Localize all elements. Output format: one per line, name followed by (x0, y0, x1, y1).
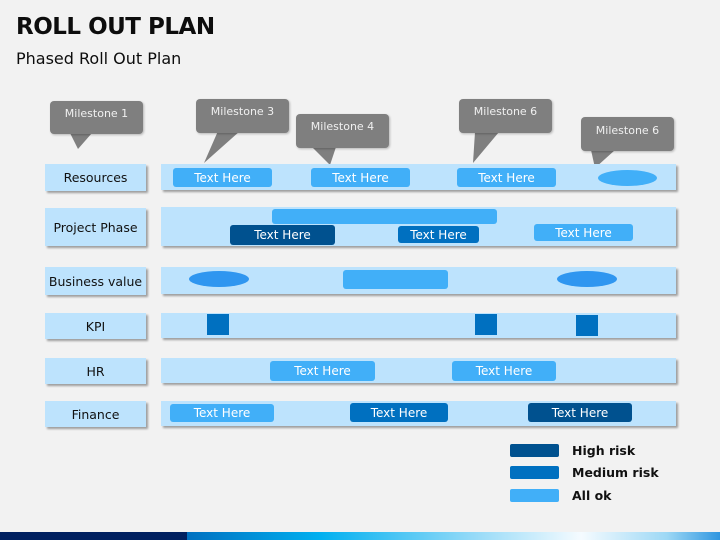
value-ellipse[interactable] (189, 271, 249, 287)
legend-item-high-risk: High risk (510, 443, 635, 458)
page-subtitle: Phased Roll Out Plan (16, 49, 182, 68)
task-box[interactable]: Text Here (457, 168, 556, 187)
footer-band-dark (0, 532, 187, 540)
page-title: ROLL OUT PLAN (16, 14, 215, 40)
legend-label: All ok (572, 488, 612, 503)
milestone-label: Milestone 6 (581, 117, 674, 151)
value-box[interactable] (343, 270, 448, 289)
legend-item-medium-risk: Medium risk (510, 465, 659, 480)
task-box[interactable]: Text Here (173, 168, 272, 187)
row-label-business-value: Business value (45, 267, 146, 295)
task-box[interactable]: Text Here (534, 224, 633, 241)
task-box[interactable]: Text Here (230, 225, 335, 245)
footer-band-gradient (187, 532, 720, 540)
row-label-finance: Finance (45, 401, 146, 427)
milestone-label: Milestone 4 (296, 114, 389, 148)
milestone-ellipse[interactable] (598, 170, 657, 186)
row-label-hr: HR (45, 358, 146, 384)
row-label-resources: Resources (45, 164, 146, 191)
task-box[interactable]: Text Here (398, 226, 479, 243)
legend-swatch (510, 444, 559, 457)
value-ellipse[interactable] (557, 271, 617, 287)
kpi-marker[interactable] (207, 314, 229, 335)
phase-bar[interactable] (272, 209, 497, 224)
legend-swatch (510, 489, 559, 502)
kpi-marker[interactable] (576, 315, 598, 336)
task-box[interactable]: Text Here (270, 361, 375, 381)
legend-label: High risk (572, 443, 636, 458)
task-box[interactable]: Text Here (452, 361, 556, 381)
milestone-label: Milestone 6 (459, 99, 552, 133)
track-kpi (161, 313, 676, 338)
kpi-marker[interactable] (475, 314, 497, 335)
legend-swatch (510, 466, 559, 479)
row-label-kpi: KPI (45, 313, 146, 339)
task-box[interactable]: Text Here (311, 168, 410, 187)
legend-item-all-ok: All ok (510, 488, 612, 503)
task-box[interactable]: Text Here (528, 403, 632, 422)
milestone-label: Milestone 3 (196, 99, 289, 133)
task-box[interactable]: Text Here (170, 404, 274, 422)
row-label-project-phase: Project Phase (45, 208, 146, 246)
task-box[interactable]: Text Here (350, 403, 448, 422)
track-hr (161, 358, 676, 383)
footer-band (0, 532, 720, 540)
milestone-label: Milestone 1 (50, 101, 143, 134)
legend-label: Medium risk (572, 465, 659, 480)
